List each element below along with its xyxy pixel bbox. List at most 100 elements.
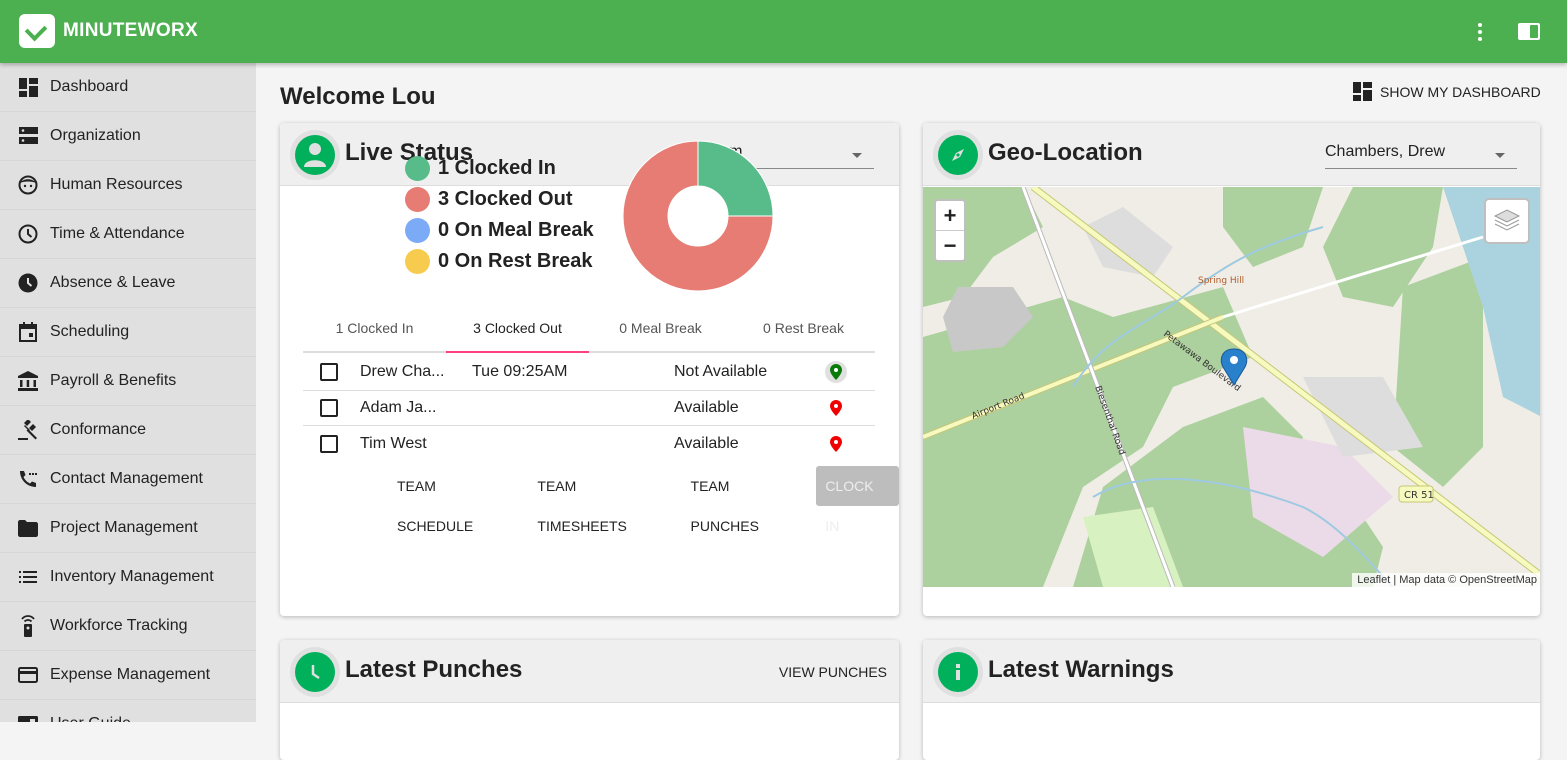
latest-warnings-title: Latest Warnings (988, 656, 1174, 683)
sidebar-nav: Dashboard Organization Human Resources Time… (0, 63, 256, 722)
view-punches-button[interactable]: VIEW PUNCHES (779, 664, 887, 680)
dns-icon (18, 126, 38, 146)
chevron-down-icon (1495, 153, 1505, 158)
tab-0-meal-break[interactable]: 0 Meal Break (589, 313, 732, 351)
info-icon (933, 647, 983, 697)
face-icon (18, 175, 38, 195)
sidebar-item-label: Inventory Management (50, 568, 214, 585)
row-checkbox[interactable] (320, 363, 338, 382)
tab-0-rest-break[interactable]: 0 Rest Break (732, 313, 875, 351)
table-row: Tim West Available (303, 426, 875, 462)
sidebar-item-payroll-and-benefits[interactable]: Payroll & Benefits (0, 357, 256, 406)
tab-3-clocked-out[interactable]: 3 Clocked Out (446, 313, 589, 353)
sidebar-item-dashboard[interactable]: Dashboard (0, 63, 256, 112)
top-app-bar: MINUTEWORX (0, 0, 1567, 63)
sidebar-item-human-resources[interactable]: Human Resources (0, 161, 256, 210)
sidebar-item-conformance[interactable]: Conformance (0, 406, 256, 455)
status-tabs: 1 Clocked In 3 Clocked Out 0 Meal Break 0 R… (303, 313, 875, 353)
sidebar-item-label: Expense Management (50, 666, 211, 683)
compass-icon (933, 130, 983, 180)
legend-entry: 3 Clocked Out (405, 184, 594, 215)
location-pin-icon[interactable] (825, 433, 847, 455)
brand-name: MINUTEWORX (63, 20, 198, 41)
map-zoom-control: + − (934, 199, 966, 262)
gavel-icon (18, 420, 38, 440)
phone-icon (18, 469, 38, 489)
legend-swatch (405, 218, 430, 243)
zoom-out-button[interactable]: − (936, 231, 964, 261)
sidebar-item-absence-and-leave[interactable]: Absence & Leave (0, 259, 256, 308)
sidebar-item-label: Absence & Leave (50, 274, 176, 291)
table-row: Adam Ja... Available (303, 391, 875, 426)
show-my-dashboard-button[interactable]: SHOW MY DASHBOARD (1353, 82, 1541, 101)
clock-icon (290, 647, 340, 697)
map-tiles: Spring Hill Airport Road Petawawa Boulev… (923, 187, 1540, 587)
employee-name: Adam Ja... (360, 398, 437, 416)
folder-icon (18, 518, 38, 538)
chevron-down-icon (852, 153, 862, 158)
sidebar-item-scheduling[interactable]: Scheduling (0, 308, 256, 357)
sidebar-item-contact-management[interactable]: Contact Management (0, 455, 256, 504)
person-icon (290, 130, 340, 180)
legend-entry: 0 On Meal Break (405, 215, 594, 246)
sidebar-item-label: User Guide (50, 715, 131, 722)
row-checkbox[interactable] (320, 398, 338, 417)
latest-warnings-card: Latest Warnings (923, 640, 1540, 760)
app-logo[interactable]: MINUTEWORX (19, 14, 198, 48)
sidebar-item-user-guide[interactable]: User Guide (0, 700, 256, 722)
employee-name: Drew Cha... (360, 363, 445, 381)
latest-warnings-header: Latest Warnings (923, 640, 1540, 703)
clock-in-button: CLOCK IN (816, 466, 899, 534)
list-icon (18, 567, 38, 587)
availability-status: Available (674, 434, 739, 452)
status-legend: 1 Clocked In 3 Clocked Out 0 On Meal Break… (405, 153, 594, 277)
table-row: Drew Cha... Tue 09:25AM Not Available (303, 355, 875, 391)
show-my-dashboard-label: SHOW MY DASHBOARD (1380, 83, 1541, 100)
sidebar-item-label: Contact Management (50, 470, 203, 487)
team-timesheets-button[interactable]: TEAM TIMESHEETS (525, 466, 678, 534)
sidebar-item-label: Payroll & Benefits (50, 372, 177, 389)
sidebar-item-workforce-tracking[interactable]: Workforce Tracking (0, 602, 256, 651)
calendar-icon (18, 322, 38, 342)
map-label-place: Spring Hill (1198, 276, 1244, 286)
more-vert-icon[interactable] (1472, 20, 1488, 44)
legend-label: 0 On Rest Break (438, 250, 593, 272)
team-punches-button[interactable]: TEAM PUNCHES (679, 466, 812, 534)
minuteworx-logo-icon (19, 14, 55, 48)
sidebar-item-label: Human Resources (50, 176, 183, 193)
legend-swatch (405, 156, 430, 181)
map-view[interactable]: Spring Hill Airport Road Petawawa Boulev… (923, 187, 1540, 587)
clock-filled-icon (18, 273, 38, 293)
sidebar-item-inventory-management[interactable]: Inventory Management (0, 553, 256, 602)
sidebar-item-expense-management[interactable]: Expense Management (0, 651, 256, 700)
sidebar-item-project-management[interactable]: Project Management (0, 504, 256, 553)
donut-slice-clocked-in[interactable] (697, 140, 774, 217)
latest-punches-title: Latest Punches (345, 656, 523, 683)
map-attribution[interactable]: Leaflet | Map data © OpenStreetMap (1352, 573, 1540, 587)
sidebar-item-organization[interactable]: Organization (0, 112, 256, 161)
zoom-in-button[interactable]: + (936, 201, 964, 231)
latest-punches-header: Latest Punches VIEW PUNCHES (280, 640, 899, 703)
location-pin-icon[interactable] (825, 397, 847, 419)
location-pin-icon[interactable] (825, 361, 847, 384)
map-label-route: CR 51 (1404, 490, 1434, 501)
employee-name: Tim West (360, 434, 427, 452)
sidebar-item-label: Organization (50, 127, 141, 144)
sidebar-item-label: Workforce Tracking (50, 617, 188, 634)
geo-location-header: Geo-Location Chambers, Drew (923, 123, 1540, 186)
geo-location-title: Geo-Location (988, 139, 1143, 166)
legend-label: 3 Clocked Out (438, 188, 573, 210)
dashboard-icon (18, 77, 38, 97)
tab-1-clocked-in[interactable]: 1 Clocked In (303, 313, 446, 351)
team-schedule-button[interactable]: TEAM SCHEDULE (385, 466, 525, 534)
row-checkbox[interactable] (320, 434, 338, 453)
sidebar-item-time-and-attendance[interactable]: Time & Attendance (0, 210, 256, 259)
side-panel-icon[interactable] (1518, 23, 1540, 40)
legend-swatch (405, 187, 430, 212)
employee-select-value: Chambers, Drew (1325, 143, 1446, 160)
status-list: Drew Cha... Tue 09:25AM Not Available Adam … (303, 355, 875, 462)
sidebar-item-label: Project Management (50, 519, 198, 536)
layers-icon[interactable] (1484, 198, 1530, 244)
employee-select[interactable]: Chambers, Drew (1325, 143, 1517, 169)
availability-status: Not Available (674, 363, 768, 381)
